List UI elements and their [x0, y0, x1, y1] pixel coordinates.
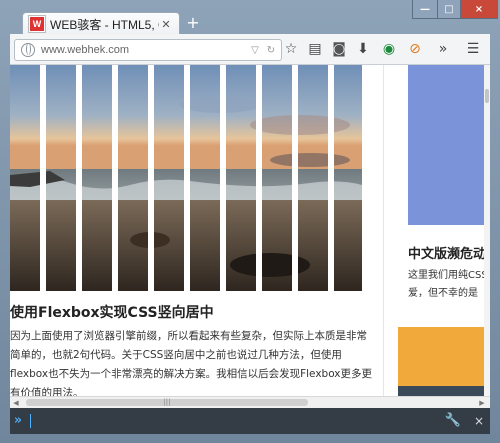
slice-gap — [76, 65, 82, 291]
slice-gap — [328, 65, 334, 291]
sidebar-excerpt-line: 这里我们用纯CSS — [408, 270, 488, 281]
article-body: 因为上面使用了浏览器引擎前缀，所以看起来有些复杂，但实际上本质是非常简单的，也就… — [10, 330, 373, 396]
sidebar-excerpt-line: 爱，但不幸的是 — [408, 288, 478, 299]
slice-gap — [148, 65, 154, 291]
article-title[interactable]: 使用Flexbox实现CSS竖向居中 — [10, 302, 380, 322]
page-viewport: 使用Flexbox实现CSS竖向居中 因为上面使用了浏览器引擎前缀，所以看起来有… — [10, 65, 490, 396]
minimize-button[interactable]: — — [412, 0, 438, 19]
close-window-button[interactable]: × — [460, 0, 498, 19]
slice-gap — [40, 65, 46, 291]
download-icon[interactable]: ⬇ — [354, 40, 372, 58]
sidebar-excerpt: 这里我们用纯CSS 爱，但不幸的是 — [408, 267, 490, 303]
url-bar[interactable]: www.webhek.com ▽ ↻ — [14, 39, 282, 61]
sidebar-image-2-bar — [398, 386, 490, 396]
sidebar-image[interactable] — [408, 65, 488, 225]
maximize-icon: □ — [444, 3, 454, 15]
dropdown-arrow-icon[interactable]: ▽ — [249, 45, 261, 56]
globe-icon — [21, 43, 35, 57]
overflow-icon[interactable]: » — [434, 40, 452, 58]
menu-icon[interactable]: ☰ — [464, 40, 482, 58]
tab-close-icon[interactable]: ✕ — [159, 18, 173, 31]
wrench-icon[interactable]: 🔧 — [444, 412, 462, 430]
hero-image — [10, 65, 362, 291]
prompt-icon: » — [14, 413, 22, 428]
slice-gap — [220, 65, 226, 291]
slice-gap — [292, 65, 298, 291]
close-icon: × — [474, 3, 484, 15]
slice-gap — [184, 65, 190, 291]
nav-toolbar: www.webhek.com ▽ ↻ ☆ ▤ ◙ ⬇ ◉ ⊘ » ☰ — [10, 34, 490, 65]
tab-title: WEB骇客 - HTML5, CSS3,... — [50, 17, 159, 32]
reading-list-icon[interactable]: ▤ — [306, 40, 324, 58]
close-devtools-icon[interactable]: × — [470, 412, 488, 430]
slice-gap — [256, 65, 262, 291]
column-divider — [383, 65, 384, 396]
addon-icon[interactable]: ⊘ — [406, 40, 424, 58]
slice-gap — [112, 65, 118, 291]
new-tab-button[interactable]: + — [184, 14, 202, 32]
command-input[interactable] — [30, 414, 31, 428]
favicon-icon: W — [29, 16, 45, 32]
star-icon[interactable]: ☆ — [282, 40, 300, 58]
favicon-letter: W — [32, 19, 42, 29]
eye-icon[interactable]: ◉ — [380, 40, 398, 58]
tab-webhek[interactable]: W WEB骇客 - HTML5, CSS3,... ✕ — [22, 12, 180, 35]
vertical-scroll-thumb[interactable] — [485, 89, 489, 103]
vertical-scrollbar[interactable] — [484, 65, 490, 396]
minimize-icon: — — [420, 3, 430, 15]
sidebar-title[interactable]: 中文版濒危动 — [408, 243, 486, 262]
pocket-icon[interactable]: ◙ — [330, 40, 348, 58]
horizontal-scroll-thumb[interactable]: ||| — [26, 399, 308, 406]
reload-icon[interactable]: ↻ — [265, 45, 277, 56]
devtools-command-bar: » 🔧 × — [10, 408, 490, 434]
url-text[interactable]: www.webhek.com — [41, 44, 249, 56]
maximize-button[interactable]: □ — [437, 0, 461, 19]
